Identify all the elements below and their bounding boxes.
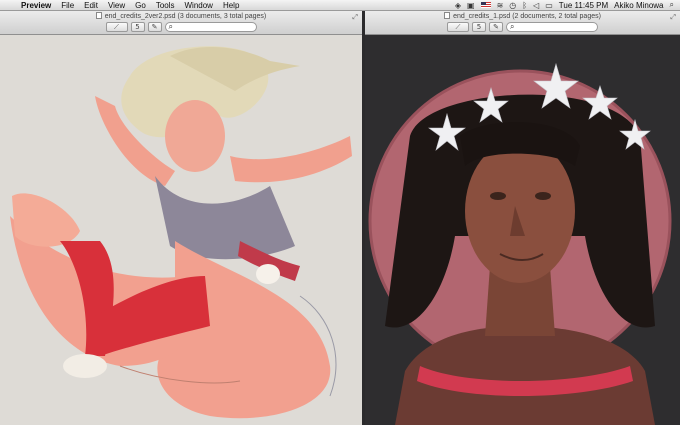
search-icon: ⌕ bbox=[168, 22, 173, 31]
preview-window-right: end_credits_1.psd (2 documents, 2 total … bbox=[365, 11, 680, 425]
flag-icon[interactable] bbox=[480, 2, 491, 8]
window-title: end_credits_2ver2.psd (3 documents, 3 to… bbox=[0, 12, 362, 20]
status-area: ◈ ▣ ≋ ◷ ᛒ ◁ ▭ Tue 11:45 PM Akiko Minowa … bbox=[455, 0, 680, 10]
fullscreen-icon[interactable]: ⤢ bbox=[670, 13, 676, 22]
window-titlebar[interactable]: end_credits_1.psd (2 documents, 2 total … bbox=[365, 11, 680, 35]
document-icon bbox=[444, 12, 451, 19]
window-toolbar: ⟋ 5 ✎ ⌕ bbox=[365, 22, 680, 32]
clipboard-icon[interactable]: ▣ bbox=[467, 1, 475, 10]
search-field[interactable]: ⌕ bbox=[506, 22, 598, 32]
fullscreen-icon[interactable]: ⤢ bbox=[352, 13, 358, 22]
dropbox-icon[interactable]: ◈ bbox=[455, 1, 461, 10]
user-name[interactable]: Akiko Minowa bbox=[614, 1, 663, 10]
window-toolbar: ⟋ 5 ✎ ⌕ bbox=[0, 22, 362, 32]
menu-file[interactable]: File bbox=[56, 1, 79, 10]
zoom-button[interactable]: 5 bbox=[472, 22, 486, 32]
clock[interactable]: Tue 11:45 PM bbox=[559, 1, 608, 10]
window-title: end_credits_1.psd (2 documents, 2 total … bbox=[365, 12, 680, 20]
document-icon bbox=[95, 12, 102, 19]
menu-edit[interactable]: Edit bbox=[79, 1, 103, 10]
menu-tools[interactable]: Tools bbox=[151, 1, 180, 10]
markup-button[interactable]: ✎ bbox=[489, 22, 503, 32]
search-field[interactable]: ⌕ bbox=[164, 22, 257, 32]
menu-view[interactable]: View bbox=[103, 1, 130, 10]
zoom-out-button[interactable]: ⟋ bbox=[447, 22, 469, 32]
artwork-illustration-portrait bbox=[365, 36, 680, 425]
menu-bar: Preview File Edit View Go Tools Window H… bbox=[0, 0, 680, 11]
preview-window-left: end_credits_2ver2.psd (3 documents, 3 to… bbox=[0, 11, 362, 425]
bluetooth-icon[interactable]: ᛒ bbox=[522, 1, 527, 10]
menu-window[interactable]: Window bbox=[180, 1, 218, 10]
document-canvas[interactable] bbox=[365, 36, 680, 425]
app-menu-preview[interactable]: Preview bbox=[16, 1, 56, 10]
search-icon: ⌕ bbox=[510, 22, 515, 31]
zoom-button[interactable]: 5 bbox=[130, 22, 145, 32]
artwork-illustration-girl bbox=[0, 36, 362, 425]
markup-button[interactable]: ✎ bbox=[147, 22, 162, 32]
search-icon[interactable]: ⌕ bbox=[670, 0, 674, 10]
menu-go[interactable]: Go bbox=[130, 1, 151, 10]
menu-help[interactable]: Help bbox=[218, 1, 244, 10]
time-machine-icon[interactable]: ◷ bbox=[509, 1, 516, 10]
volume-icon[interactable]: ◁ bbox=[533, 1, 539, 10]
zoom-out-button[interactable]: ⟋ bbox=[105, 22, 128, 32]
window-titlebar[interactable]: end_credits_2ver2.psd (3 documents, 3 to… bbox=[0, 11, 362, 35]
wifi-icon[interactable]: ≋ bbox=[497, 1, 504, 10]
document-canvas[interactable] bbox=[0, 36, 362, 425]
battery-icon[interactable]: ▭ bbox=[545, 1, 553, 10]
